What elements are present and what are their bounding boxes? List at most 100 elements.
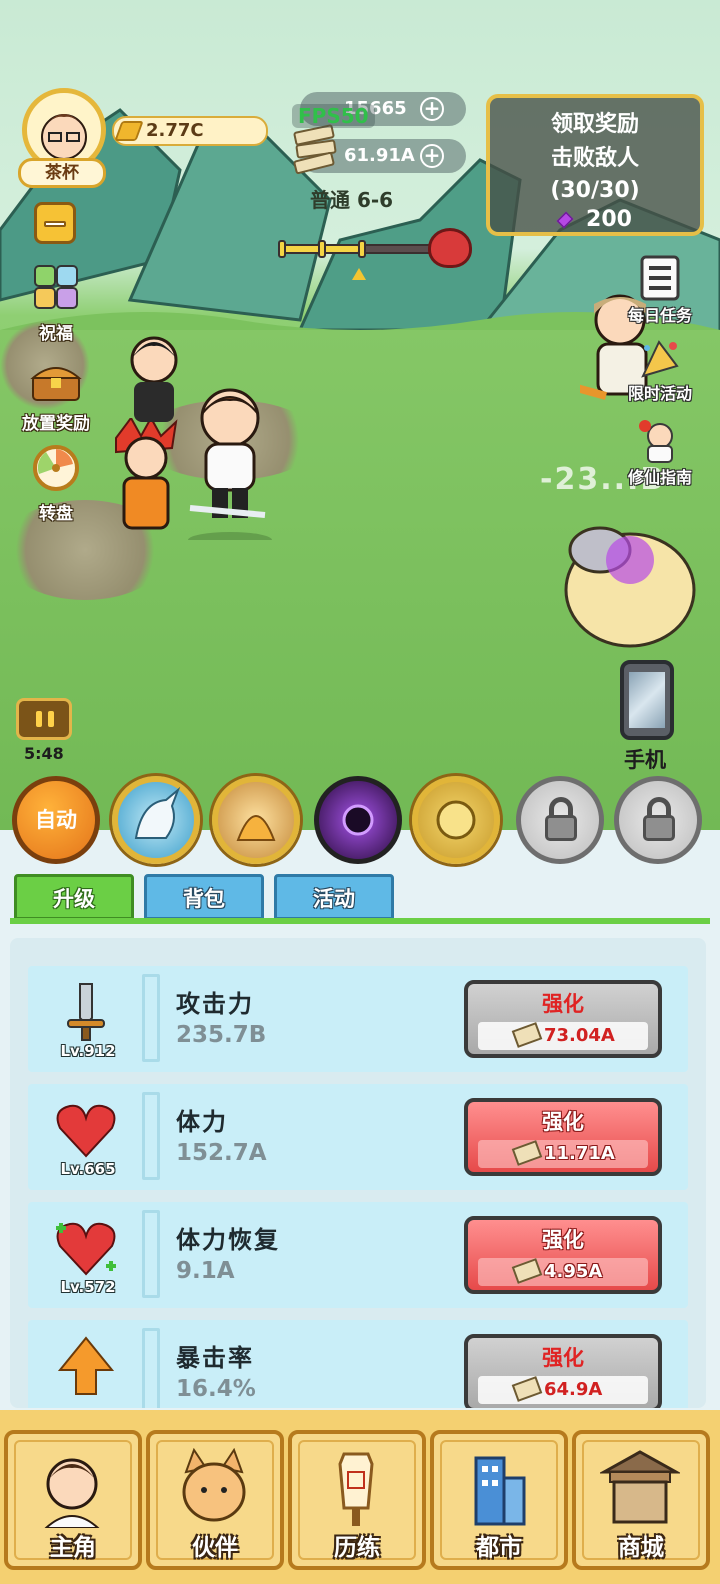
stat-level: Lv.665 <box>60 1160 116 1178</box>
player-avatar[interactable]: 茶杯 <box>18 88 110 188</box>
side-button-idle-reward[interactable]: 放置奖励 <box>16 362 96 434</box>
upgrade-crit-rate-button[interactable]: 强化 64.9A <box>464 1334 662 1408</box>
stage-progress-bar <box>278 240 446 258</box>
cash-icon <box>511 1376 543 1402</box>
reward-panel[interactable]: 领取奖励 击败敌人 (30/30) 200 <box>486 94 704 236</box>
upgrade-attack-button[interactable]: 强化 73.04A <box>464 980 662 1058</box>
cash-icon <box>511 1258 543 1284</box>
cash-amount: 61.91A <box>344 145 415 166</box>
red-hair-ally-character <box>115 418 178 530</box>
stat-name: 暴击率 <box>176 1344 254 1372</box>
cash-stack-icon <box>292 123 338 182</box>
hero-icon <box>44 1458 100 1528</box>
phone-button[interactable] <box>620 660 674 740</box>
stat-value: 9.1A <box>176 1258 235 1284</box>
stat-level: Lv.572 <box>60 1278 116 1296</box>
row-ornament <box>142 1092 160 1180</box>
guide-icon <box>639 420 673 463</box>
upgrade-stamina-button[interactable]: 强化 11.71A <box>464 1098 662 1176</box>
lion-skill-button[interactable] <box>412 776 500 864</box>
heart-regen-icon <box>56 1222 116 1276</box>
battle-scene: -23...B 茶杯 2.77C 15665 + 61.91A + FPS50 … <box>0 0 720 830</box>
dark-vortex-skill-button[interactable] <box>314 776 402 864</box>
phone-icon <box>629 672 665 728</box>
add-cash-button[interactable]: + <box>420 144 444 168</box>
side-button-label: 转盘 <box>39 504 73 524</box>
gold-key-icon <box>114 121 144 141</box>
progress-tick <box>358 240 366 258</box>
nav-shop[interactable]: 商城 <box>572 1430 710 1570</box>
collapse-menu-button[interactable] <box>34 202 76 244</box>
reward-task: 击败敌人 <box>550 146 639 171</box>
nav-label: 都市 <box>476 1535 522 1561</box>
tab-activity[interactable]: 活动 <box>274 874 394 920</box>
stat-value: 16.4% <box>176 1376 256 1402</box>
cash-icon <box>511 1022 543 1048</box>
tab-underline <box>10 918 710 924</box>
stat-value: 152.7A <box>176 1140 267 1166</box>
nav-training[interactable]: 历练 <box>288 1430 426 1570</box>
cost-value: 11.71A <box>544 1143 615 1164</box>
side-button-label: 每日任务 <box>627 306 692 325</box>
pause-icon <box>48 711 54 727</box>
lock-body <box>643 815 675 841</box>
reward-title: 领取奖励 <box>550 112 639 137</box>
progress-marker-icon <box>352 268 366 280</box>
stat-row-stamina: Lv.665 体力 152.7A 强化 11.71A <box>28 1084 688 1190</box>
stage-label: 普通 6-6 <box>310 188 394 212</box>
stat-level: Lv.912 <box>60 1042 116 1060</box>
sword-icon <box>67 983 105 1041</box>
gold-amount: 2.77C <box>146 120 204 141</box>
nav-city[interactable]: 都市 <box>430 1430 568 1570</box>
pause-button[interactable] <box>16 698 72 740</box>
stat-row-crit-rate: 暴击率 16.4% 强化 64.9A <box>28 1320 688 1408</box>
locked-skill-slot[interactable] <box>516 776 604 864</box>
progress-tick <box>278 240 286 258</box>
signpost-icon <box>338 1452 374 1526</box>
nav-hero[interactable]: 主角 <box>4 1430 142 1570</box>
tab-backpack[interactable]: 背包 <box>144 874 264 920</box>
upgrade-cost: 11.71A <box>478 1140 648 1168</box>
cost-value: 73.04A <box>544 1025 615 1046</box>
tab-upgrade[interactable]: 升级 <box>14 874 134 920</box>
city-icon <box>474 1456 526 1526</box>
crit-arrow-icon <box>57 1336 115 1395</box>
dark-vortex-skill-icon <box>342 804 374 836</box>
side-button-label: 祝福 <box>39 324 73 344</box>
cat-icon <box>182 1448 246 1522</box>
gold-balance: 2.77C <box>112 116 268 146</box>
wheel-icon <box>33 445 79 491</box>
nav-partner[interactable]: 伙伴 <box>146 1430 284 1570</box>
locked-skill-slot[interactable] <box>614 776 702 864</box>
blessing-icon <box>34 265 78 309</box>
side-button-daily-tasks[interactable]: 每日任务 <box>620 254 700 326</box>
stat-value: 235.7B <box>176 1022 267 1048</box>
fps-counter: FPS50 <box>292 104 375 128</box>
nav-label: 历练 <box>334 1535 380 1561</box>
checklist-icon <box>640 255 680 301</box>
stat-row-stamina-regen: Lv.572 体力恢复 9.1A 强化 4.95A <box>28 1202 688 1308</box>
skill-bar: 自动 <box>0 770 720 864</box>
side-button-guide[interactable]: 修仙指南 <box>620 418 700 488</box>
side-button-wheel[interactable]: 转盘 <box>26 444 86 524</box>
unicorn-skill-icon <box>134 786 181 839</box>
lock-body <box>545 815 577 841</box>
side-button-label: 限时活动 <box>627 384 692 403</box>
upgrade-stamina-regen-button[interactable]: 强化 4.95A <box>464 1216 662 1294</box>
stat-name: 体力恢复 <box>176 1226 280 1254</box>
side-button-blessing[interactable]: 祝福 <box>24 262 88 344</box>
reward-amount: 200 <box>586 207 632 232</box>
upgrade-list[interactable]: Lv.912 攻击力 235.7B 强化 73.04A Lv.665 体力 15… <box>10 938 706 1408</box>
fire-skill-icon <box>236 815 276 841</box>
row-ornament <box>142 974 160 1062</box>
enemy-toad-boss <box>564 526 696 648</box>
fire-skill-button[interactable] <box>212 776 300 864</box>
side-button-limited-event[interactable]: 限时活动 <box>620 336 700 404</box>
add-gems-button[interactable]: + <box>420 97 444 121</box>
auto-skill-button[interactable]: 自动 <box>12 776 100 864</box>
nav-label: 伙伴 <box>192 1535 238 1561</box>
unicorn-skill-button[interactable] <box>112 776 200 864</box>
avatar-face-icon <box>39 114 89 167</box>
upgrade-label: 强化 <box>542 1346 584 1370</box>
stat-name: 攻击力 <box>176 990 254 1018</box>
